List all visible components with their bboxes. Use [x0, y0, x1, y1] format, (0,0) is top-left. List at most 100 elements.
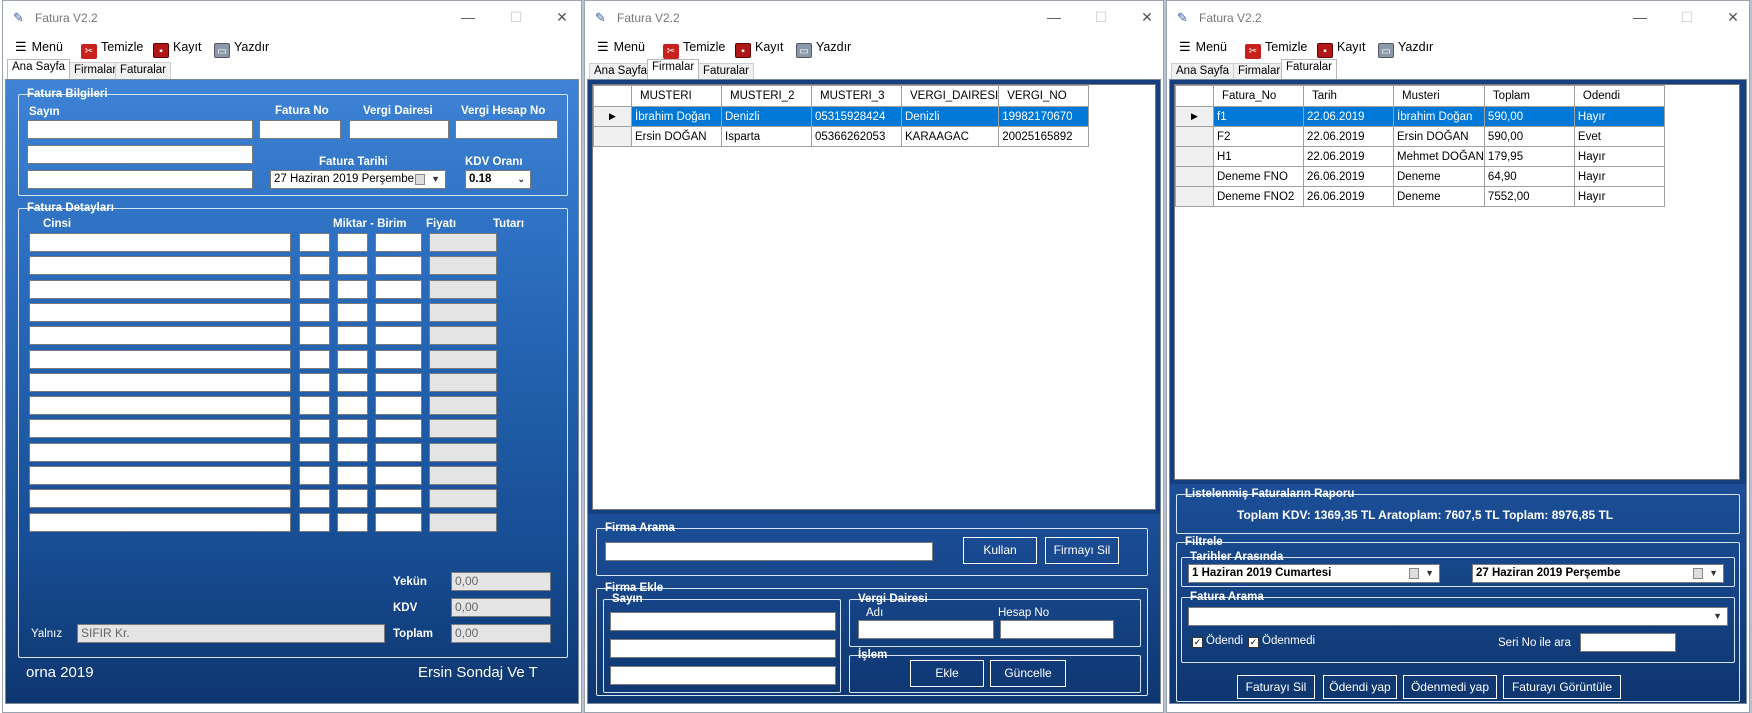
table-cell[interactable]: 05366262053	[811, 126, 902, 147]
column-header-fatura-no[interactable]: Fatura_No	[1213, 85, 1304, 107]
column-header-vergi-no[interactable]: VERGI_NO	[998, 85, 1090, 107]
fiyati-input[interactable]	[375, 419, 422, 439]
miktar-input[interactable]	[299, 442, 330, 462]
cinsi-input[interactable]	[29, 396, 291, 416]
birim-input[interactable]	[337, 279, 368, 299]
yazdir-button[interactable]: ▭ Yazdır	[796, 38, 851, 58]
column-header-toplam[interactable]: Toplam	[1483, 85, 1575, 107]
row-header[interactable]	[1175, 126, 1214, 147]
column-header-musteri[interactable]: MUSTERI	[631, 85, 722, 107]
fiyati-input[interactable]	[375, 489, 422, 509]
tab-faturalar[interactable]: Faturalar	[698, 63, 755, 80]
cinsi-input[interactable]	[29, 442, 291, 462]
close-button[interactable]: ✕	[1134, 7, 1160, 27]
cinsi-input[interactable]	[29, 466, 291, 485]
cinsi-input[interactable]	[29, 256, 291, 276]
table-cell[interactable]: Deneme	[1393, 186, 1485, 207]
fiyati-input[interactable]	[375, 349, 422, 369]
miktar-input[interactable]	[299, 233, 330, 252]
miktar-input[interactable]	[299, 279, 330, 299]
temizle-button[interactable]: ✂ Temizle	[81, 38, 143, 59]
tarih-bitis-picker[interactable]: 27 Haziran 2019 Perşembe ▼	[1472, 564, 1724, 583]
tab-faturalar[interactable]: Faturalar	[115, 62, 172, 79]
table-cell[interactable]: Hayır	[1573, 106, 1665, 127]
fiyati-input[interactable]	[375, 466, 422, 485]
cinsi-input[interactable]	[29, 489, 291, 509]
table-cell[interactable]: KARAAGAC	[900, 126, 1000, 147]
table-cell[interactable]: Isparta	[721, 126, 812, 147]
table-cell[interactable]: 26.06.2019	[1303, 186, 1394, 207]
row-header[interactable]	[1175, 186, 1214, 207]
column-header-odendi[interactable]: Odendi	[1573, 85, 1665, 107]
faturayi-goruntule-button[interactable]: Faturayı Görüntüle	[1503, 675, 1621, 699]
miktar-input[interactable]	[299, 489, 330, 509]
temizle-button[interactable]: ✂ Temizle	[1245, 38, 1307, 59]
cinsi-input[interactable]	[29, 372, 291, 392]
table-cell[interactable]: İbrahim Doğan	[1393, 106, 1485, 127]
cinsi-input[interactable]	[29, 326, 291, 346]
vergi-hesap-no-input[interactable]	[455, 120, 558, 139]
birim-input[interactable]	[337, 512, 368, 532]
table-cell[interactable]: Ersin DOĞAN	[1393, 126, 1485, 147]
close-button[interactable]: ✕	[549, 7, 575, 27]
table-cell[interactable]: 19982170670	[998, 106, 1090, 127]
minimize-button[interactable]: —	[1627, 7, 1653, 27]
kayit-button[interactable]: ▪ Kayıt	[735, 38, 784, 58]
table-cell[interactable]: Denizli	[900, 106, 1000, 127]
miktar-input[interactable]	[299, 512, 330, 532]
table-cell[interactable]: 05315928424	[811, 106, 902, 127]
fiyati-input[interactable]	[375, 256, 422, 276]
birim-input[interactable]	[337, 442, 368, 462]
birim-input[interactable]	[337, 419, 368, 439]
table-cell[interactable]: Deneme FNO	[1213, 166, 1304, 187]
firma-arama-input[interactable]	[605, 542, 933, 561]
table-cell[interactable]: Hayır	[1573, 146, 1665, 167]
miktar-input[interactable]	[299, 326, 330, 346]
table-cell[interactable]: 179,95	[1483, 146, 1575, 167]
table-cell[interactable]: Mehmet DOĞAN	[1393, 146, 1485, 167]
cinsi-input[interactable]	[29, 233, 291, 252]
kdv-orani-select[interactable]: 0.18 ⌄	[465, 170, 531, 189]
fiyati-input[interactable]	[375, 372, 422, 392]
menu-button[interactable]: ☰ Menü	[15, 38, 63, 56]
firma-sayin-input-2[interactable]	[610, 639, 836, 658]
faturayi-sil-button[interactable]: Faturayı Sil	[1237, 675, 1315, 699]
table-cell[interactable]: 22.06.2019	[1303, 146, 1394, 167]
kullan-button[interactable]: Kullan	[963, 537, 1037, 564]
odenmedi-yap-button[interactable]: Ödenmedi yap	[1403, 675, 1497, 699]
table-row[interactable]: F2 22.06.2019 Ersin DOĞAN 590,00 Evet	[1175, 126, 1665, 147]
sayin-input-2[interactable]	[27, 145, 253, 164]
cinsi-input[interactable]	[29, 349, 291, 369]
yazdir-button[interactable]: ▭ Yazdır	[1378, 38, 1433, 58]
cinsi-input[interactable]	[29, 302, 291, 322]
odendi-yap-button[interactable]: Ödendi yap	[1323, 675, 1397, 699]
table-cell[interactable]: H1	[1213, 146, 1304, 167]
table-cell[interactable]: 64,90	[1483, 166, 1575, 187]
table-row[interactable]: Deneme FNO 26.06.2019 Deneme 64,90 Hayır	[1175, 166, 1665, 187]
table-cell[interactable]: 590,00	[1483, 126, 1575, 147]
tab-firmalar[interactable]: Firmalar	[647, 59, 700, 79]
miktar-input[interactable]	[299, 349, 330, 369]
fatura-tarihi-picker[interactable]: 27 Haziran 2019 Perşembe ▼	[270, 170, 446, 189]
firma-sayin-input-1[interactable]	[610, 612, 836, 631]
kayit-button[interactable]: ▪ Kayıt	[1317, 38, 1366, 58]
menu-button[interactable]: ☰ Menü	[1179, 38, 1227, 56]
fiyati-input[interactable]	[375, 326, 422, 346]
birim-input[interactable]	[337, 256, 368, 276]
yazdir-button[interactable]: ▭ Yazdır	[214, 38, 269, 58]
birim-input[interactable]	[337, 489, 368, 509]
miktar-input[interactable]	[299, 256, 330, 276]
tab-ana-sayfa[interactable]: Ana Sayfa	[7, 59, 71, 79]
birim-input[interactable]	[337, 302, 368, 322]
table-cell[interactable]: 20025165892	[998, 126, 1090, 147]
sayin-input-3[interactable]	[27, 170, 253, 189]
row-header[interactable]	[1175, 166, 1214, 187]
table-row[interactable]: ▶ f1 22.06.2019 İbrahim Doğan 590,00 Hayır	[1175, 106, 1665, 127]
birim-input[interactable]	[337, 349, 368, 369]
close-button[interactable]: ✕	[1720, 7, 1746, 27]
tab-ana-sayfa[interactable]: Ana Sayfa	[589, 63, 653, 80]
miktar-input[interactable]	[299, 419, 330, 439]
tab-firmalar[interactable]: Firmalar	[1233, 63, 1286, 80]
cinsi-input[interactable]	[29, 419, 291, 439]
tarih-baslangic-picker[interactable]: 1 Haziran 2019 Cumartesi ▼	[1188, 564, 1440, 583]
